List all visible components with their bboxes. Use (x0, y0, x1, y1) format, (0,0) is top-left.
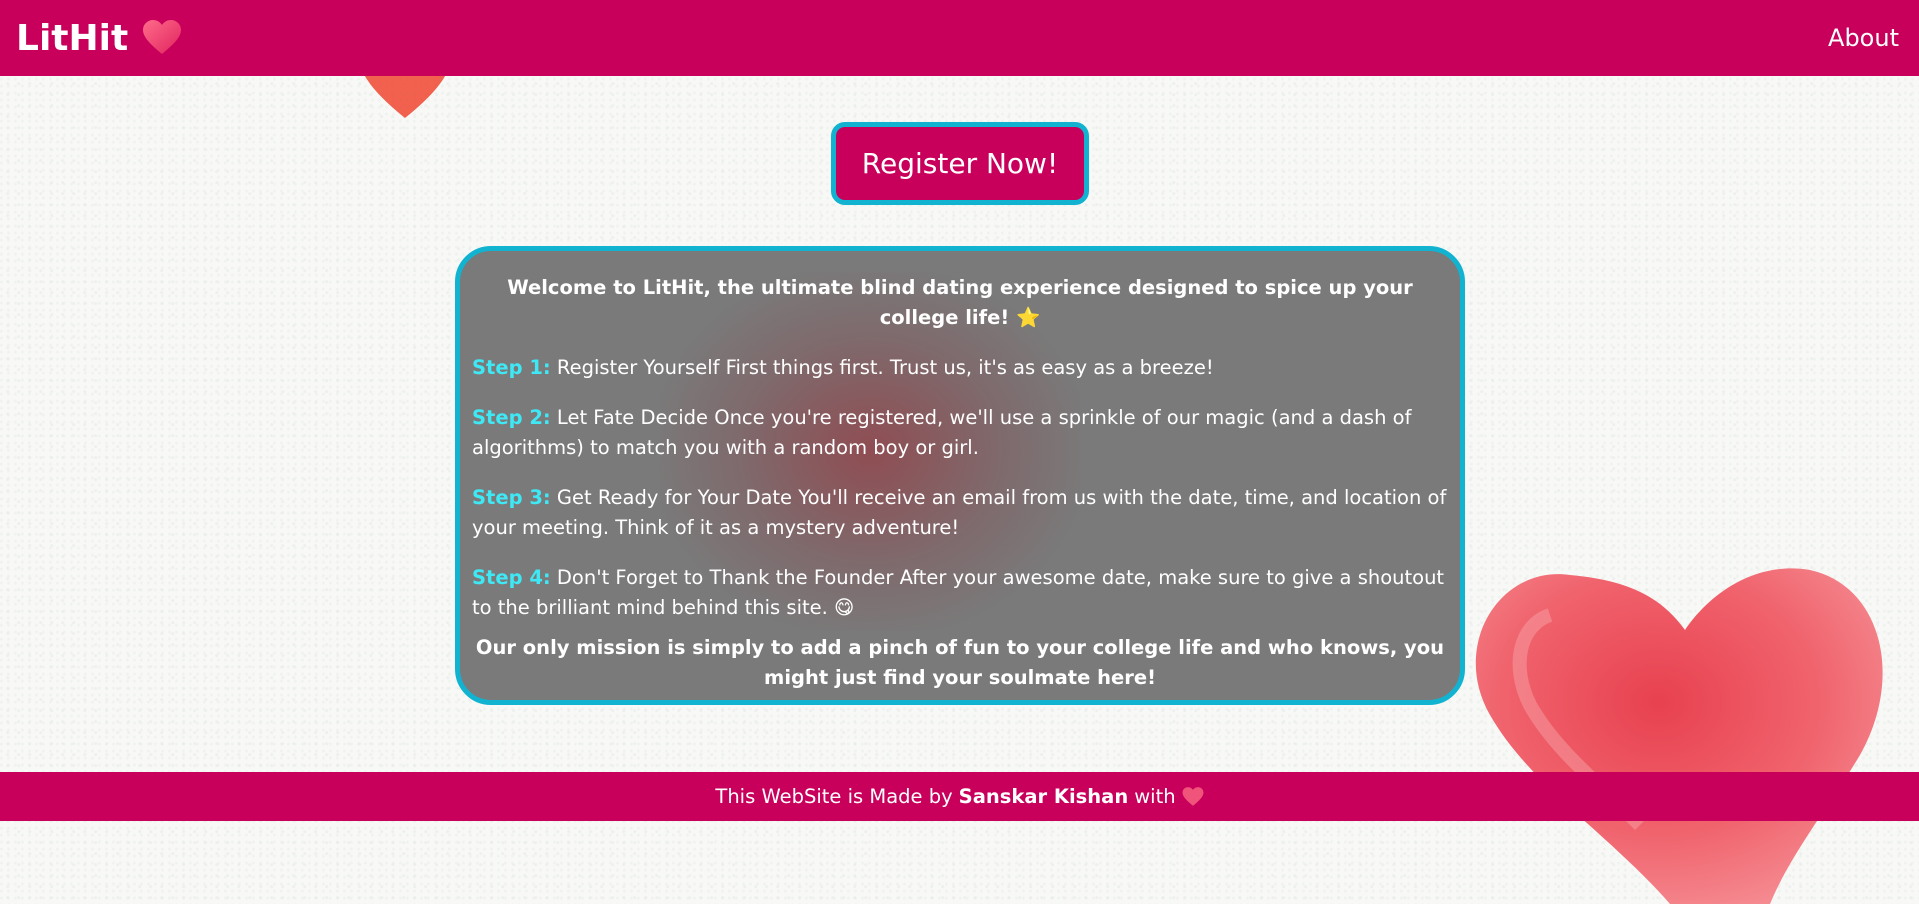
nav-about-link[interactable]: About (1828, 24, 1899, 52)
step-4: Step 4: Don't Forget to Thank the Founde… (472, 563, 1448, 623)
register-button[interactable]: Register Now! (831, 122, 1089, 205)
step-label: Step 2: (472, 406, 551, 429)
brand-title: LitHit (16, 17, 129, 59)
step-text: Register Yourself First things first. Tr… (556, 356, 1214, 379)
heart-icon (1182, 786, 1204, 806)
step-label: Step 4: (472, 566, 551, 589)
footer-suffix: with (1134, 785, 1176, 808)
footer-author: Sanskar Kishan (958, 785, 1129, 808)
background-heart-large (1475, 568, 1883, 904)
step-label: Step 1: (472, 356, 551, 379)
welcome-text: Welcome to LitHit, the ultimate blind da… (507, 276, 1413, 329)
heart-icon (143, 20, 182, 54)
step-2: Step 2: Let Fate Decide Once you're regi… (472, 403, 1448, 463)
footer-prefix: This WebSite is Made by (715, 785, 953, 808)
step-label: Step 3: (472, 486, 551, 509)
info-card: Welcome to LitHit, the ultimate blind da… (455, 246, 1465, 705)
step-text: Get Ready for Your Date You'll receive a… (472, 486, 1447, 539)
step-text: Don't Forget to Thank the Founder After … (472, 566, 1445, 619)
step-3: Step 3: Get Ready for Your Date You'll r… (472, 483, 1448, 543)
brand[interactable]: LitHit (16, 18, 182, 59)
step-text: Let Fate Decide Once you're registered, … (472, 406, 1412, 459)
footer: This WebSite is Made by Sanskar Kishan w… (0, 772, 1919, 821)
navbar: LitHit About (0, 0, 1919, 76)
mission-text: Our only mission is simply to add a pinc… (475, 636, 1445, 689)
step-1: Step 1: Register Yourself First things f… (472, 353, 1448, 383)
